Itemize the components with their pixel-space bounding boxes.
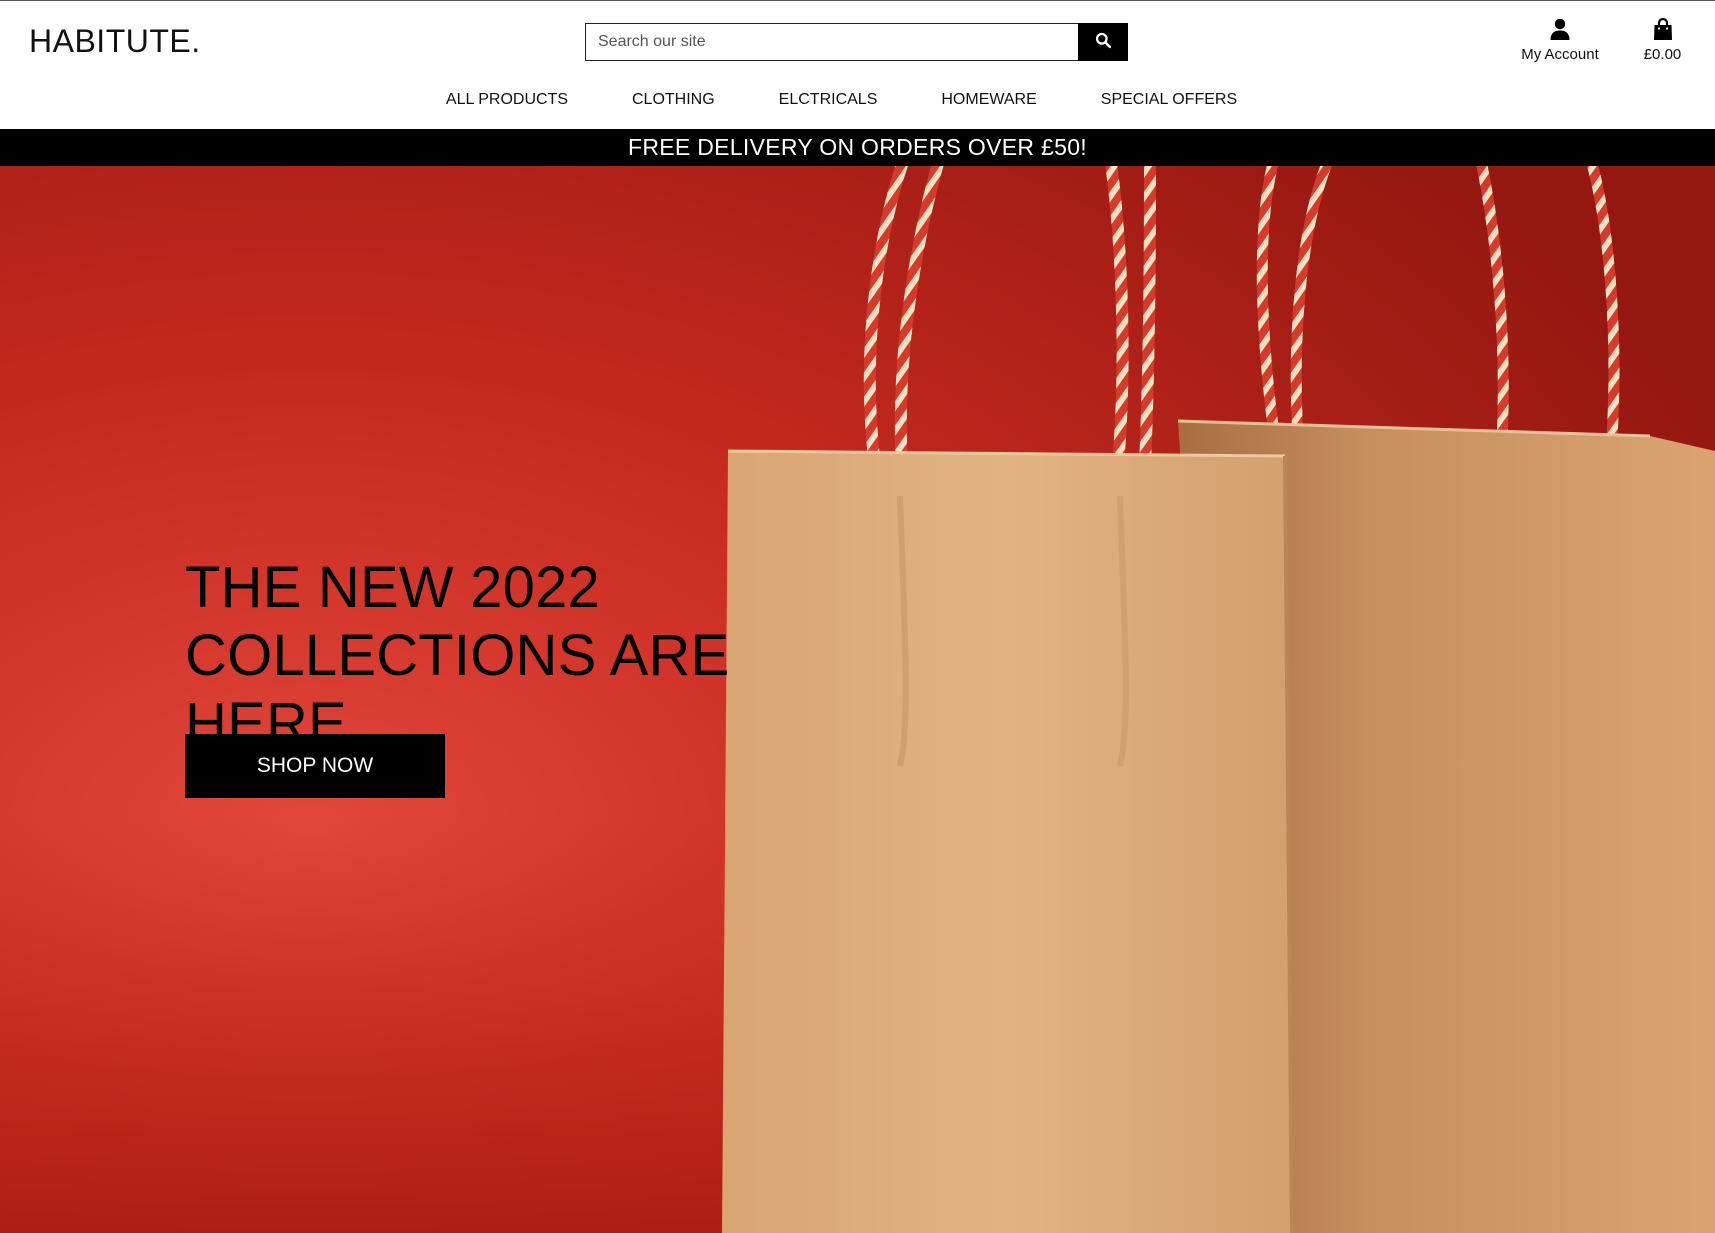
search-input[interactable] xyxy=(585,23,1078,61)
user-icon xyxy=(1550,17,1570,41)
bag-total: £0.00 xyxy=(1643,46,1682,63)
shopping-bag-link[interactable]: £0.00 xyxy=(1630,17,1695,63)
shop-now-button[interactable]: SHOP NOW xyxy=(185,734,445,798)
my-account-label: My Account xyxy=(1521,46,1599,63)
hero-headline: THE NEW 2022 COLLECTIONS ARE HERE xyxy=(185,554,885,758)
free-delivery-banner: FREE DELIVERY ON ORDERS OVER £50! xyxy=(0,129,1715,166)
shopping-bag-icon xyxy=(1653,17,1673,41)
nav-electricals[interactable]: ELCTRICALS xyxy=(779,91,878,115)
nav-homeware[interactable]: HOMEWARE xyxy=(941,91,1036,115)
nav-special-offers[interactable]: SPECIAL OFFERS xyxy=(1101,91,1237,115)
search-form xyxy=(585,23,1128,61)
search-icon xyxy=(1095,32,1112,52)
main-nav: ALL PRODUCTS CLOTHING ELCTRICALS HOMEWAR… xyxy=(0,91,1715,115)
site-logo[interactable]: HABITUTE. xyxy=(29,23,201,60)
my-account-link[interactable]: My Account xyxy=(1510,17,1610,63)
site-header: HABITUTE. My Account xyxy=(0,0,1715,129)
nav-all-products[interactable]: ALL PRODUCTS xyxy=(446,91,568,115)
hero-headline-line-1: THE NEW 2022 xyxy=(185,555,600,620)
nav-clothing[interactable]: CLOTHING xyxy=(632,91,715,115)
hero-section: THE NEW 2022 COLLECTIONS ARE HERE SHOP N… xyxy=(0,166,1715,1233)
search-button[interactable] xyxy=(1078,23,1128,61)
